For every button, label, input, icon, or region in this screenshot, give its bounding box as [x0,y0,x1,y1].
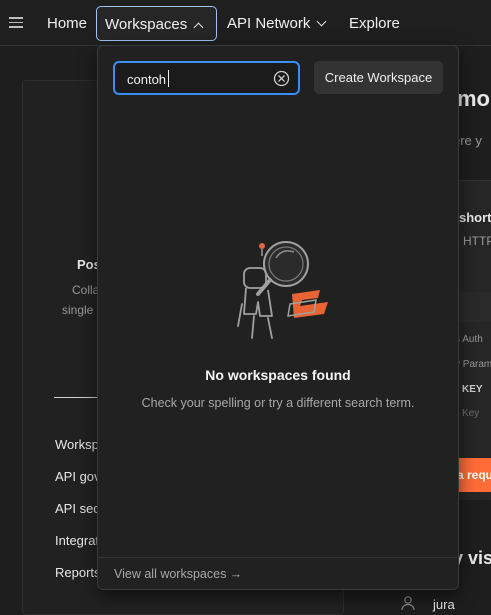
chevron-up-icon [193,22,204,33]
bg-user-name: jura [433,597,455,612]
bg-right-key-input[interactable]: Key [462,408,479,419]
nav-home-label: Home [47,15,88,32]
empty-state-subtitle: Check your spelling or try a different s… [141,396,415,410]
bg-link-api-security[interactable]: API sec [55,501,100,516]
nav-explore[interactable]: Explore [349,6,400,41]
bg-right-heading: mo [457,86,490,111]
user-icon [401,596,415,611]
nav-workspaces[interactable]: Workspaces [96,6,217,41]
nav-workspaces-label: Workspaces [105,16,188,33]
magnifier-astronaut-illustration-icon [237,241,328,339]
bg-right-params: y Param [455,359,491,370]
workspace-search-input[interactable] [127,69,267,89]
nav-explore-label: Explore [349,15,400,32]
bg-card-desc-2: single [62,303,94,317]
dropdown-footer: View all workspaces → [98,557,458,589]
clear-search-icon[interactable] [273,70,290,87]
bg-link-api-governance[interactable]: API gov [55,469,101,484]
top-nav-bar: Home Workspaces API Network Explore [0,0,491,46]
chevron-down-icon [316,16,327,27]
nav-api-network-label: API Network [227,15,311,32]
nav-api-network[interactable]: API Network [227,6,327,41]
bg-link-reports[interactable]: Reports [55,565,101,580]
bg-right-tabs: s Auth [455,334,483,345]
empty-state-title: No workspaces found [205,367,351,383]
hamburger-menu-icon[interactable] [9,17,23,29]
workspaces-dropdown: Create Workspace No workspaces found Che… [97,45,459,590]
bg-send-request-button[interactable]: a requ [455,458,491,492]
nav-home[interactable]: Home [47,6,87,41]
bg-right-title: short [459,210,491,225]
create-workspace-button[interactable]: Create Workspace [314,61,443,94]
bg-link-workspaces[interactable]: Worksp [55,437,99,452]
bg-link-integrations[interactable]: Integrat [55,533,99,548]
view-all-workspaces-link[interactable]: View all workspaces → [114,567,242,581]
bg-card-desc-1: Colla [72,283,100,297]
workspace-search-field[interactable] [113,61,300,95]
bg-right-key-header: KEY [462,384,483,395]
text-caret [168,70,169,87]
